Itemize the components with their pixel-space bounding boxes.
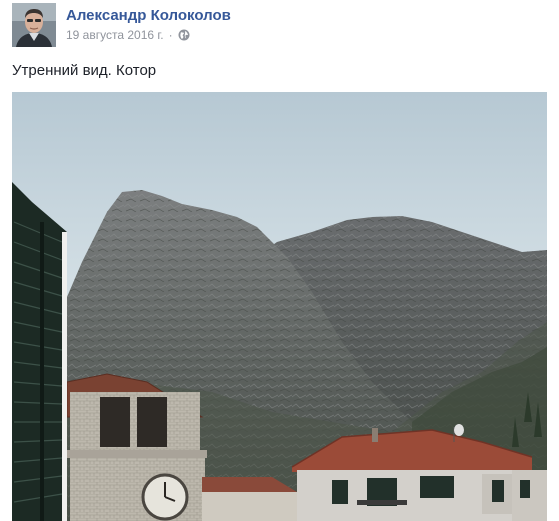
author-avatar[interactable]: [12, 3, 56, 47]
post-message: Утренний вид. Котор: [12, 62, 157, 79]
author-name-link[interactable]: Александр Колоколов: [66, 7, 231, 24]
meta-separator: ·: [168, 28, 173, 42]
mountain-photo-image: [12, 92, 547, 521]
globe-icon[interactable]: [178, 29, 190, 41]
avatar-photo: [12, 3, 56, 47]
feed-post: Александр Колоколов 19 августа 2016 г. ·…: [0, 0, 559, 521]
post-date-link[interactable]: 19 августа 2016 г.: [66, 28, 164, 42]
post-meta: 19 августа 2016 г. ·: [66, 28, 190, 42]
post-photo[interactable]: [12, 92, 547, 521]
